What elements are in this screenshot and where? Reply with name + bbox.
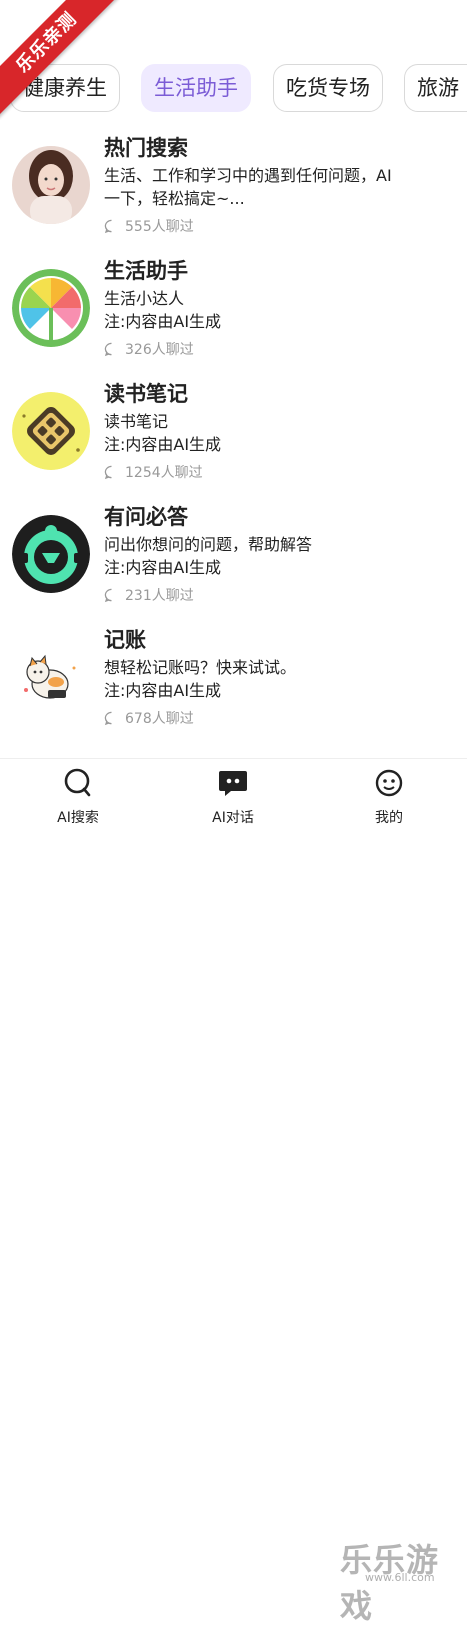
chat-count: 678人聊过 (104, 708, 194, 728)
chat-count: 555人聊过 (104, 216, 194, 236)
item-title: 读书笔记 (104, 382, 188, 406)
item-title: 记账 (104, 628, 146, 652)
portrait-avatar (12, 146, 90, 224)
chat-count: 1254人聊过 (104, 462, 203, 482)
chat-bubble-icon (104, 342, 112, 356)
chat-count-label: 231人聊过 (125, 588, 194, 604)
chat-count: 326人聊过 (104, 339, 194, 359)
chat-bubble-icon (104, 219, 112, 233)
nav-ai-search[interactable]: AI搜索 (33, 767, 123, 827)
chat-count: 231人聊过 (104, 585, 194, 605)
lemon-slice-avatar (12, 269, 90, 347)
list-item[interactable]: 有问必答 问出你想问的问题，帮助解答 注:内容由AI生成 231人聊过 (0, 501, 467, 619)
item-description: 生活、工作和学习中的遇到任何问题，AI一下，轻松搞定~... (104, 166, 392, 208)
chat-bubble-icon (104, 711, 112, 725)
profile-icon (375, 769, 403, 797)
tab-travel[interactable]: 旅游 (404, 64, 467, 112)
list-item[interactable]: 记账 想轻松记账吗？快来试试。 注:内容由AI生成 678人聊过 (0, 624, 467, 742)
chat-count-label: 555人聊过 (125, 219, 194, 235)
search-icon (64, 768, 91, 797)
nav-profile[interactable]: 我的 (344, 767, 434, 827)
item-description: 想轻松记账吗？快来试试。 注:内容由AI生成 (104, 658, 297, 700)
robot-face-avatar (12, 515, 90, 593)
chat-count-label: 678人聊过 (125, 711, 194, 727)
nav-label: AI搜索 (57, 810, 99, 826)
list-item[interactable]: 读书笔记 读书笔记 注:内容由AI生成 1254人聊过 (0, 378, 467, 496)
chat-count-label: 326人聊过 (125, 342, 194, 358)
item-description: 问出你想问的问题，帮助解答 注:内容由AI生成 (104, 535, 313, 577)
site-watermark-url: www.6ll.com (365, 1571, 435, 1584)
tab-foodie[interactable]: 吃货专场 (273, 64, 383, 112)
ribbon-label: 乐乐亲测 (0, 0, 120, 120)
nav-label: 我的 (375, 810, 403, 826)
item-title: 有问必答 (104, 505, 188, 529)
corner-ribbon: 乐乐亲测 (0, 0, 120, 120)
cat-illustration-avatar (12, 638, 90, 716)
item-title: 热门搜索 (104, 136, 188, 160)
chat-icon (219, 771, 247, 796)
item-description: 生活小达人 注:内容由AI生成 (104, 289, 222, 331)
chat-count-label: 1254人聊过 (125, 465, 203, 481)
item-title: 生活助手 (104, 259, 188, 283)
book-icon-avatar (12, 392, 90, 470)
item-description: 读书笔记 注:内容由AI生成 (104, 412, 222, 454)
nav-label: AI对话 (212, 810, 254, 826)
nav-ai-chat[interactable]: AI对话 (188, 767, 278, 827)
list-item[interactable]: 生活助手 生活小达人 注:内容由AI生成 326人聊过 (0, 255, 467, 373)
chat-bubble-icon (104, 465, 112, 479)
list-item[interactable]: 热门搜索 生活、工作和学习中的遇到任何问题，AI一下，轻松搞定~... 555人… (0, 132, 467, 250)
chat-bubble-icon (104, 588, 112, 602)
bottom-navigation: AI搜索 AI对话 我的 乐乐游戏 www.6ll.com (0, 758, 467, 1625)
tab-life-assistant[interactable]: 生活助手 (141, 64, 251, 112)
